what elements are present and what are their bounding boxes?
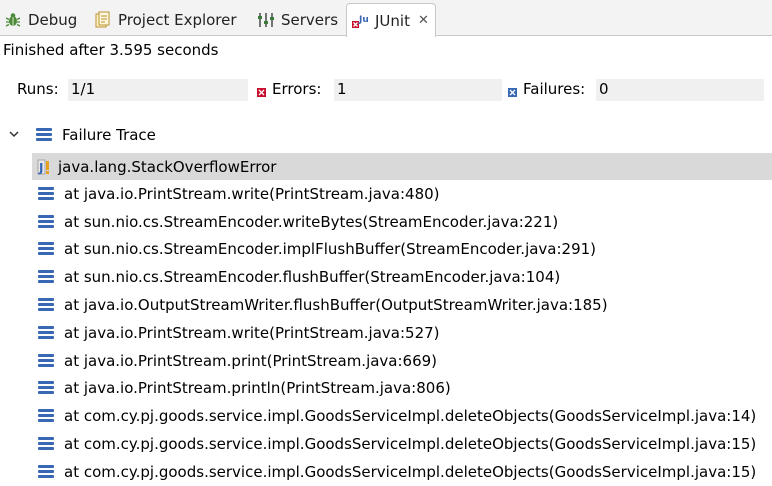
errors-value: 1 bbox=[334, 79, 502, 101]
stack-frame-icon bbox=[38, 464, 54, 479]
stack-frame-row[interactable]: at sun.nio.cs.StreamEncoder.flushBuffer(… bbox=[0, 263, 772, 291]
servers-icon bbox=[257, 11, 275, 29]
failures-label-group: Failures: bbox=[508, 80, 585, 98]
tab-junit[interactable]: Ju JUnit ✕ bbox=[346, 3, 436, 37]
stack-trace-icon bbox=[36, 128, 52, 142]
stack-frame-row[interactable]: at java.io.PrintStream.print(PrintStream… bbox=[0, 347, 772, 375]
stack-frame-icon bbox=[38, 186, 54, 201]
exception-icon: J bbox=[36, 158, 54, 176]
errors-label: Errors: bbox=[272, 80, 322, 98]
failures-label: Failures: bbox=[523, 80, 586, 98]
failure-trace-title: Failure Trace bbox=[62, 126, 156, 144]
stack-frame-text: at sun.nio.cs.StreamEncoder.implFlushBuf… bbox=[64, 240, 597, 259]
stack-frame-row[interactable]: at java.io.OutputStreamWriter.flushBuffe… bbox=[0, 291, 772, 319]
stack-frame-row[interactable]: at sun.nio.cs.StreamEncoder.implFlushBuf… bbox=[0, 236, 772, 264]
bug-icon bbox=[4, 11, 22, 29]
chevron-down-icon[interactable] bbox=[8, 128, 24, 143]
stack-frame-row[interactable]: at com.cy.pj.goods.service.impl.GoodsSer… bbox=[0, 430, 772, 458]
stack-frame-text: at sun.nio.cs.StreamEncoder.writeBytes(S… bbox=[64, 212, 559, 231]
junit-icon: Ju bbox=[351, 12, 369, 30]
stack-frame-row[interactable]: at java.io.PrintStream.write(PrintStream… bbox=[0, 180, 772, 208]
stack-frame-row[interactable]: at sun.nio.cs.StreamEncoder.writeBytes(S… bbox=[0, 208, 772, 236]
failures-value: 0 bbox=[596, 79, 764, 101]
stack-frame-text: at java.io.PrintStream.print(PrintStream… bbox=[64, 351, 438, 370]
close-icon[interactable]: ✕ bbox=[418, 13, 429, 28]
error-icon bbox=[257, 83, 266, 97]
stack-frame-text: at java.io.OutputStreamWriter.flushBuffe… bbox=[64, 296, 608, 315]
tab-label: Debug bbox=[28, 11, 78, 29]
stack-frame-text: at java.io.PrintStream.println(PrintStre… bbox=[64, 379, 451, 398]
svg-text:Ju: Ju bbox=[358, 15, 369, 25]
stack-frame-row[interactable]: at com.cy.pj.goods.service.impl.GoodsSer… bbox=[0, 402, 772, 430]
stack-frame-row[interactable]: at java.io.PrintStream.write(PrintStream… bbox=[0, 319, 772, 347]
stack-frame-text: at com.cy.pj.goods.service.impl.GoodsSer… bbox=[64, 407, 757, 426]
stack-frame-text: at com.cy.pj.goods.service.impl.GoodsSer… bbox=[64, 435, 757, 454]
stack-frame-text: at java.io.PrintStream.write(PrintStream… bbox=[64, 184, 440, 203]
failure-trace-list: J java.lang.StackOverflowError at java.i… bbox=[0, 153, 772, 486]
stack-frame-text: at com.cy.pj.goods.service.impl.GoodsSer… bbox=[64, 462, 757, 481]
stack-frame-icon bbox=[38, 381, 54, 395]
stack-frame-icon bbox=[38, 298, 54, 312]
tab-label: Servers bbox=[281, 11, 339, 29]
stack-frame-icon bbox=[38, 270, 54, 284]
junit-counters: Runs: 1/1 Errors: 1 Failures: 0 bbox=[0, 76, 772, 102]
failure-icon bbox=[508, 83, 517, 97]
tab-label: JUnit bbox=[375, 11, 410, 30]
tab-servers[interactable]: Servers bbox=[257, 7, 338, 33]
exception-text: java.lang.StackOverflowError bbox=[58, 157, 277, 176]
stack-frame-icon bbox=[38, 242, 54, 256]
stack-frame-text: at sun.nio.cs.StreamEncoder.flushBuffer(… bbox=[64, 268, 561, 287]
errors-label-group: Errors: bbox=[257, 80, 321, 98]
run-status-text: Finished after 3.595 seconds bbox=[3, 41, 219, 59]
stack-frame-icon bbox=[38, 409, 54, 423]
stack-frame-row[interactable]: at java.io.PrintStream.println(PrintStre… bbox=[0, 375, 772, 403]
tab-label: Project Explorer bbox=[118, 11, 237, 29]
runs-value: 1/1 bbox=[68, 79, 248, 101]
view-tab-bar: Debug Project Explorer Servers Ju JUnit … bbox=[0, 0, 772, 37]
stack-frame-icon bbox=[38, 214, 54, 229]
runs-label: Runs: bbox=[17, 80, 59, 98]
svg-text:J: J bbox=[38, 161, 43, 175]
exception-row[interactable]: J java.lang.StackOverflowError bbox=[32, 153, 772, 180]
project-explorer-icon bbox=[94, 11, 112, 29]
tab-debug[interactable]: Debug bbox=[4, 7, 77, 33]
tab-project-explorer[interactable]: Project Explorer bbox=[94, 7, 237, 33]
stack-frame-icon bbox=[38, 353, 54, 368]
stack-frame-icon bbox=[38, 437, 54, 451]
failure-trace-header[interactable]: Failure Trace bbox=[8, 124, 156, 146]
stack-frame-text: at java.io.PrintStream.write(PrintStream… bbox=[64, 323, 440, 342]
stack-frame-row[interactable]: at com.cy.pj.goods.service.impl.GoodsSer… bbox=[0, 458, 772, 486]
stack-frame-icon bbox=[38, 325, 54, 340]
